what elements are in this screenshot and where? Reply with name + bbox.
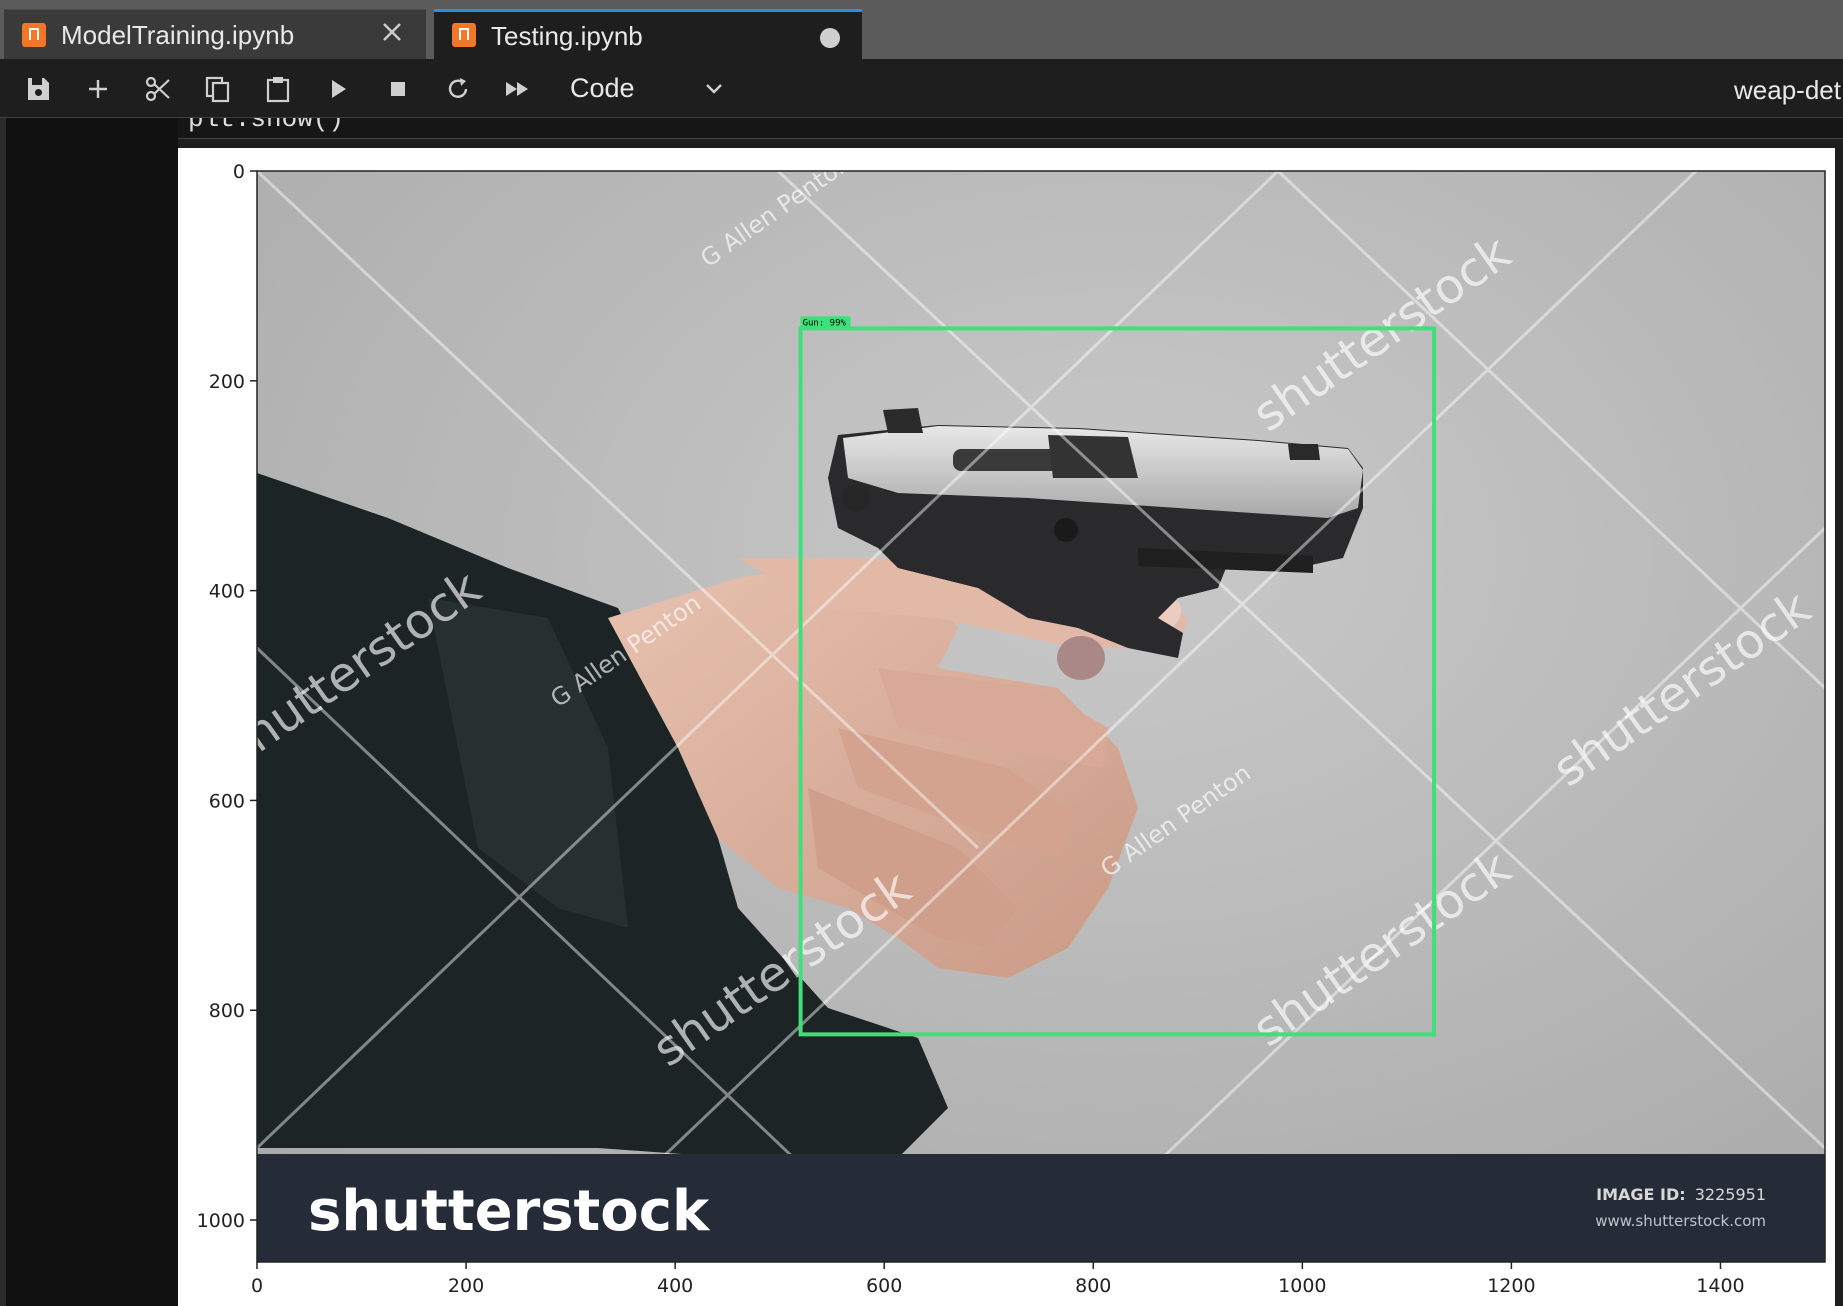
y-tick-label: 400 <box>209 581 245 603</box>
tab-modeltraining[interactable]: ModelTraining.ipynb <box>4 9 426 59</box>
x-tick-label: 200 <box>448 1275 484 1297</box>
copy-button[interactable] <box>202 73 234 105</box>
close-icon[interactable] <box>378 18 406 46</box>
tab-label: ModelTraining.ipynb <box>61 20 295 50</box>
add-icon <box>89 80 107 98</box>
x-axis: 0 200 400 600 800 1000 1200 1400 <box>251 1262 1745 1297</box>
detection-label: Gun: 99% <box>803 318 847 328</box>
code-cell[interactable]: plt.show() <box>178 118 1843 139</box>
stop-icon <box>391 82 405 96</box>
x-tick-label: 1000 <box>1278 1275 1326 1297</box>
banner-website: www.shutterstock.com <box>1595 1212 1766 1230</box>
notebook-icon <box>22 23 46 47</box>
chevron-down-icon <box>706 84 722 94</box>
save-icon <box>28 78 49 100</box>
copy-icon <box>205 76 230 103</box>
x-tick-label: 1200 <box>1487 1275 1535 1297</box>
output-figure: shutterstock shutterstock shutterstock s… <box>197 161 1826 1297</box>
y-tick-label: 200 <box>209 371 245 393</box>
save-button[interactable] <box>22 73 54 105</box>
paste-icon <box>266 77 290 103</box>
run-button[interactable] <box>322 73 354 105</box>
run-icon <box>332 80 346 98</box>
y-axis: 0 200 400 600 800 1000 <box>197 161 257 1232</box>
cell-prompt-area <box>6 118 178 1306</box>
tab-label: Testing.ipynb <box>491 21 643 51</box>
fast-forward-icon <box>506 82 528 96</box>
stop-button[interactable] <box>382 73 414 105</box>
run-all-button[interactable] <box>502 73 534 105</box>
code-text: plt.show() <box>188 118 345 134</box>
notebook-toolbar: Code weap-det <box>0 59 1843 118</box>
cut-button[interactable] <box>142 73 174 105</box>
y-tick-label: 800 <box>209 1000 245 1022</box>
cell-output: shutterstock shutterstock shutterstock s… <box>178 148 1835 1306</box>
x-tick-label: 400 <box>657 1275 693 1297</box>
restart-button[interactable] <box>442 73 474 105</box>
cell-type-label: Code <box>570 73 635 103</box>
banner-image-id: 3225951 <box>1695 1185 1766 1204</box>
svg-text:IMAGE ID: 3225951: IMAGE ID: 3225951 <box>1596 1185 1766 1204</box>
photo: shutterstock shutterstock shutterstock s… <box>257 171 1825 1262</box>
cell-type-select[interactable]: Code <box>570 71 726 105</box>
y-tick-label: 0 <box>233 161 245 183</box>
tab-bar: ModelTraining.ipynb Testing.ipynb <box>0 0 1843 59</box>
banner-id-label: IMAGE ID: <box>1596 1185 1686 1204</box>
x-tick-label: 0 <box>251 1275 263 1297</box>
paste-button[interactable] <box>262 73 294 105</box>
banner-brand: shutterstock <box>308 1179 711 1244</box>
restart-icon <box>448 78 468 98</box>
kernel-name[interactable]: weap-det <box>1734 75 1841 106</box>
y-tick-label: 1000 <box>197 1210 245 1232</box>
x-tick-label: 600 <box>866 1275 902 1297</box>
unsaved-dot-icon[interactable] <box>820 28 840 48</box>
x-tick-label: 800 <box>1075 1275 1111 1297</box>
x-tick-label: 1400 <box>1696 1275 1744 1297</box>
tab-testing[interactable]: Testing.ipynb <box>434 9 862 59</box>
cut-icon <box>145 76 170 102</box>
notebook-icon <box>452 23 476 47</box>
add-cell-button[interactable] <box>82 73 114 105</box>
y-tick-label: 600 <box>209 790 245 812</box>
